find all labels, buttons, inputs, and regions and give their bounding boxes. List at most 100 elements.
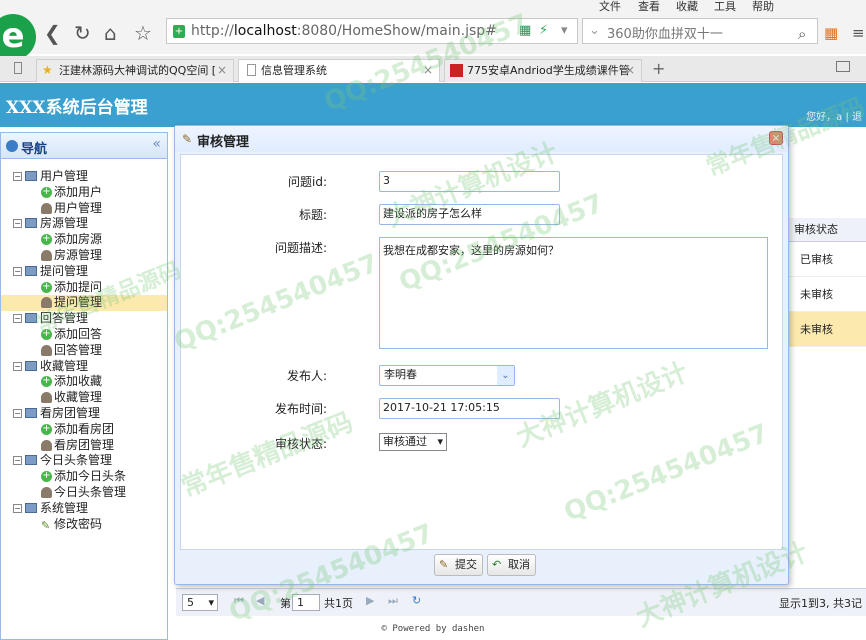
- sidebar-item[interactable]: + 添加提问: [1, 280, 167, 296]
- undo-icon: ↶: [492, 558, 502, 571]
- dropdown-arrow-icon: ▾: [208, 596, 214, 609]
- description-textarea[interactable]: 我想在成都安家，这里的房源如何？: [379, 237, 768, 349]
- sidebar-item[interactable]: + 添加今日头条: [1, 469, 167, 485]
- cancel-button[interactable]: ↶ 取消: [487, 554, 536, 576]
- address-bar[interactable]: + http://localhost:8080/HomeShow/main.js…: [166, 18, 578, 44]
- menu-more-icon[interactable]: ≡: [852, 24, 865, 42]
- sidebar-group-label: 提问管理: [40, 263, 89, 278]
- collapse-toggle-icon[interactable]: −: [13, 361, 22, 371]
- sidebar-toggle-icon[interactable]: [14, 62, 22, 74]
- sidebar-item[interactable]: + 添加收藏: [1, 374, 167, 390]
- welcome-text[interactable]: 您好，a | 退: [806, 108, 862, 123]
- sidebar-group[interactable]: − 回答管理: [1, 311, 167, 327]
- close-tab-icon[interactable]: ×: [217, 60, 227, 81]
- sidebar-group[interactable]: − 今日头条管理: [1, 453, 167, 469]
- refresh-icon[interactable]: ↻: [74, 21, 91, 45]
- dropdown-arrow-icon: ▾: [437, 435, 443, 448]
- sidebar-item[interactable]: 回答管理: [1, 343, 167, 359]
- next-page-icon[interactable]: ▶: [366, 594, 374, 607]
- sidebar-group[interactable]: − 用户管理: [1, 169, 167, 185]
- review-status-select[interactable]: 审核通过 ▾: [379, 433, 447, 451]
- search-dropdown-icon[interactable]: ⌄: [589, 23, 600, 38]
- collapse-toggle-icon[interactable]: −: [13, 172, 22, 181]
- sidebar-group[interactable]: − 看房团管理: [1, 406, 167, 422]
- collapse-toggle-icon[interactable]: −: [13, 456, 22, 466]
- close-icon[interactable]: ×: [769, 131, 783, 145]
- restore-icon[interactable]: [836, 61, 850, 72]
- collapse-toggle-icon[interactable]: −: [13, 219, 22, 229]
- apps-icon[interactable]: ▦: [824, 24, 838, 42]
- dialog-footer: ✎ 提交 ↶ 取消: [175, 552, 788, 584]
- column-header-status[interactable]: 审核状态: [788, 218, 866, 242]
- qr-icon[interactable]: ▦: [519, 23, 531, 38]
- collapse-toggle-icon[interactable]: −: [13, 503, 22, 513]
- tab-android[interactable]: 775安卓Andriod学生成绩课件管 ×: [444, 59, 642, 82]
- sidebar-item-label: 收藏管理: [54, 390, 103, 405]
- browser-tab-bar: ★ 汪建林源码大神调试的QQ空间 [ × 信息管理系统 × 775安卓Andri…: [0, 56, 866, 82]
- sidebar-group-label: 回答管理: [40, 311, 89, 326]
- star-icon[interactable]: ☆: [134, 21, 152, 45]
- url-text[interactable]: http://localhost:8080/HomeShow/main.jsp#: [191, 23, 497, 39]
- user-icon: [41, 439, 52, 451]
- sidebar-item-label: 添加收藏: [54, 374, 103, 389]
- prev-page-icon[interactable]: ◀: [256, 594, 264, 607]
- nav-header: 导航 «: [1, 133, 167, 159]
- sidebar-item-label: 添加今日头条: [54, 469, 127, 484]
- first-page-icon[interactable]: ⏮: [234, 594, 244, 608]
- table-cell-status: 未审核: [788, 312, 866, 347]
- collapse-toggle-icon[interactable]: −: [13, 408, 22, 418]
- back-icon[interactable]: ❮: [44, 21, 61, 45]
- new-tab-icon[interactable]: +: [652, 59, 665, 78]
- sidebar-item[interactable]: ✎ 修改密码: [1, 517, 167, 533]
- page-number-input[interactable]: 1: [292, 594, 320, 611]
- sidebar-item[interactable]: 收藏管理: [1, 390, 167, 406]
- dialog-header[interactable]: ✎ 审核管理 ×: [175, 126, 788, 152]
- publish-time-field[interactable]: 2017-10-21 17:05:15: [379, 398, 560, 419]
- tab-info-system[interactable]: 信息管理系统 ×: [238, 59, 440, 82]
- dropdown-icon[interactable]: ▾: [561, 23, 568, 38]
- tab-qq-space[interactable]: ★ 汪建林源码大神调试的QQ空间 [ ×: [36, 59, 234, 82]
- close-tab-icon[interactable]: ×: [423, 60, 433, 81]
- home-icon[interactable]: ⌂: [104, 21, 117, 45]
- sidebar-item[interactable]: + 添加看房团: [1, 422, 167, 438]
- reload-icon[interactable]: ↻: [412, 594, 421, 607]
- sidebar-item-label: 添加用户: [54, 184, 103, 199]
- page-size-select[interactable]: 5 ▾: [182, 594, 218, 611]
- last-page-icon[interactable]: ⏭: [388, 594, 398, 608]
- user-icon: [41, 392, 52, 404]
- collapse-icon[interactable]: «: [152, 136, 161, 152]
- author-combobox[interactable]: 李明春 ⌄: [379, 365, 515, 386]
- search-input[interactable]: 360助你血拼双十一: [607, 23, 723, 42]
- sidebar-group[interactable]: − 提问管理: [1, 264, 167, 280]
- chevron-down-icon[interactable]: ⌄: [497, 366, 514, 385]
- edit-icon: ✎: [41, 518, 51, 532]
- sidebar-item[interactable]: + 添加用户: [1, 185, 167, 201]
- page-total: 共1页: [324, 597, 353, 610]
- question-id-label: 问题id:: [288, 175, 327, 189]
- sidebar-group[interactable]: − 收藏管理: [1, 359, 167, 375]
- description-label: 问题描述:: [274, 241, 327, 255]
- dialog-title: 审核管理: [197, 135, 250, 150]
- lightning-icon[interactable]: ⚡: [539, 23, 548, 38]
- submit-button[interactable]: ✎ 提交: [434, 554, 483, 576]
- star-favicon-icon: ★: [42, 63, 53, 77]
- user-icon: [41, 344, 52, 356]
- search-icon[interactable]: ⌕: [798, 25, 806, 43]
- sidebar-item[interactable]: 房源管理: [1, 248, 167, 264]
- sidebar-item[interactable]: + 添加房源: [1, 232, 167, 248]
- app-header: XXX系统后台管理 您好，a | 退: [0, 83, 866, 127]
- question-id-field[interactable]: 3: [379, 171, 560, 192]
- search-box[interactable]: ⌄ 360助你血拼双十一: [582, 18, 818, 44]
- sidebar-item[interactable]: + 添加回答: [1, 327, 167, 343]
- collapse-toggle-icon[interactable]: −: [13, 314, 22, 324]
- collapse-toggle-icon[interactable]: −: [13, 266, 22, 276]
- sidebar-item-label: 提问管理: [54, 295, 103, 310]
- sidebar-item[interactable]: 今日头条管理: [1, 485, 167, 501]
- sidebar-group[interactable]: − 房源管理: [1, 216, 167, 232]
- title-field[interactable]: 建设派的房子怎么样: [379, 204, 560, 225]
- sidebar-item[interactable]: 用户管理: [1, 201, 167, 217]
- sidebar-group[interactable]: − 系统管理: [1, 501, 167, 517]
- close-tab-icon[interactable]: ×: [625, 60, 635, 81]
- sidebar-item[interactable]: 提问管理: [1, 295, 167, 312]
- sidebar-item[interactable]: 看房团管理: [1, 438, 167, 454]
